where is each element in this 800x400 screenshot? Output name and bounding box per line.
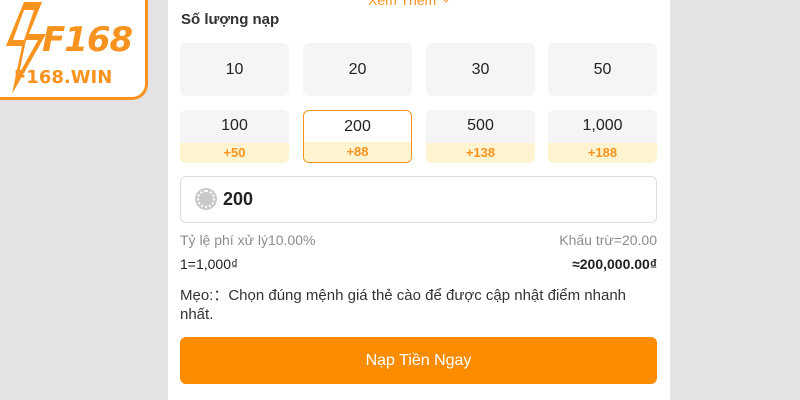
amount-input[interactable]: 200 [180,176,657,223]
chevron-down-icon [440,0,452,3]
amount-option[interactable]: 10 [180,43,289,96]
bonus-badge: +50 [180,143,289,163]
amount-option[interactable]: 50 [548,43,657,96]
amount-option-selected[interactable]: 200 +88 [303,110,412,163]
amount-value: 50 [593,61,612,78]
exchange-rate-label: 1=1,000₫ [180,256,239,272]
see-more-label: Xem Thêm [368,0,437,8]
tip-text: Mẹo:：Chọn đúng mệnh giá thẻ cào để được … [180,287,627,323]
deposit-now-button[interactable]: Nạp Tiền Ngay [180,337,657,384]
amount-value: 100 [221,117,248,134]
amount-option[interactable]: 100 +50 [180,110,289,163]
amount-value: 10 [225,61,244,78]
amount-option[interactable]: 20 [303,43,412,96]
fee-rate-label: Tỷ lệ phí xử lý10.00% [180,232,316,248]
amount-value: 500 [467,117,494,134]
deduction-label: Khấu trừ=20.00 [559,232,657,248]
amount-option[interactable]: 500 +138 [426,110,535,163]
bonus-badge: +188 [548,143,657,163]
amount-value: 200 [344,118,371,135]
section-title: Số lượng nạp [181,11,280,28]
total-amount: ≈200,000.00₫ [572,256,657,272]
amount-option[interactable]: 1,000 +188 [548,110,657,163]
bonus-badge: +138 [426,143,535,163]
see-more-link[interactable]: Xem Thêm [368,0,452,8]
amount-value: 1,000 [582,117,623,134]
coin-icon [197,190,215,208]
logo-brand-text: F168 [42,20,133,60]
bonus-badge: +88 [304,142,411,162]
brand-logo: F168 F168.WIN [0,0,148,100]
amount-value: 30 [471,61,490,78]
amount-option[interactable]: 30 [426,43,535,96]
logo-domain-text: F168.WIN [14,67,113,88]
amount-value: 20 [348,61,367,78]
amount-input-value: 200 [223,189,254,209]
